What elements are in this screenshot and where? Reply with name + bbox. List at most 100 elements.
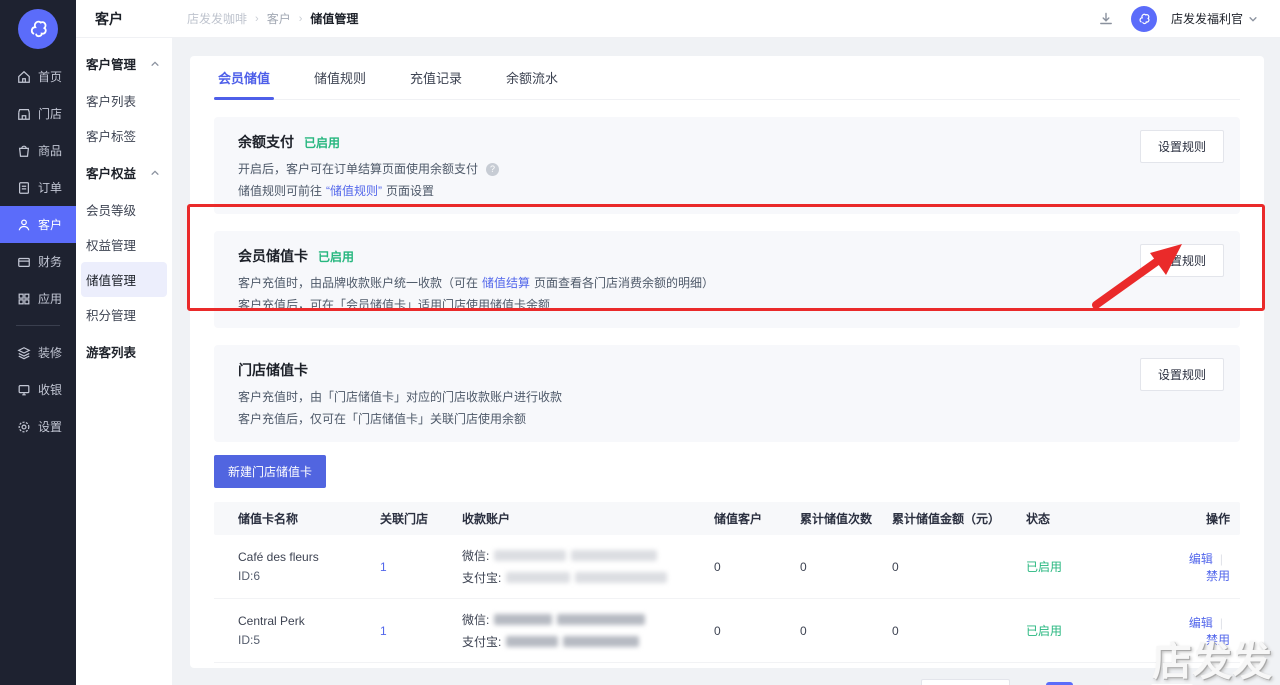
recharge-amount: 0 xyxy=(892,623,899,638)
new-store-card-button[interactable]: 新建门店储值卡 xyxy=(214,455,327,488)
wechat-label: 微信: xyxy=(462,549,490,563)
linked-stores-link[interactable]: 1 xyxy=(380,560,387,574)
goods-icon xyxy=(17,144,31,158)
card-balance-pay: 余额支付 已启用 开启后，客户可在订单结算页面使用余额支付 ? 储值规则可前往 … xyxy=(214,117,1240,214)
subnav-item-stored-value-mgmt[interactable]: 储值管理 xyxy=(81,262,167,297)
redacted-account-value xyxy=(506,636,559,647)
stored-value-settlement-link[interactable]: 储值结算 xyxy=(482,275,530,292)
user-menu[interactable]: 店发发福利官 xyxy=(1171,10,1258,27)
jump-to-page: 跳至 / 1 页 xyxy=(1109,680,1240,685)
sidebar-item-goods[interactable]: 商品 xyxy=(0,132,76,169)
content-panel: 会员储值 储值规则 充值记录 余额流水 余额支付 已启用 开启后，客户可在订单结… xyxy=(190,56,1264,685)
sidebar-item-label: 订单 xyxy=(38,181,63,195)
tab-member-stored-value[interactable]: 会员储值 xyxy=(214,68,275,100)
subnav-item-customer-tags[interactable]: 客户标签 xyxy=(81,118,167,153)
subnav-item-points-mgmt[interactable]: 积分管理 xyxy=(81,297,167,332)
redacted-account-value xyxy=(557,614,646,625)
redacted-account-value xyxy=(494,550,567,561)
help-icon[interactable]: ? xyxy=(486,163,500,176)
secondary-sidebar: 客户管理 客户列表 客户标签 客户权益 会员等级 权益管理 储值管理 积分管理 … xyxy=(76,38,172,685)
stored-customers-count: 0 xyxy=(714,623,721,638)
alipay-label: 支付宝: xyxy=(462,635,502,649)
sidebar-item-decorate[interactable]: 装修 xyxy=(0,334,76,371)
sidebar-item-order[interactable]: 订单 xyxy=(0,169,76,206)
chevron-up-icon xyxy=(150,59,160,69)
column-header: 收款账户 xyxy=(462,512,511,526)
card-description: 储值规则可前往 xyxy=(238,184,323,198)
sidebar-item-apps[interactable]: 应用 xyxy=(0,280,76,317)
breadcrumb-separator-icon: › xyxy=(255,12,259,25)
user-avatar[interactable] xyxy=(1130,5,1157,32)
download-icon[interactable] xyxy=(1095,8,1117,30)
brand-logo[interactable] xyxy=(0,0,76,58)
apps-icon xyxy=(17,292,31,306)
row-status: 已启用 xyxy=(1026,560,1063,574)
main-content: 会员储值 储值规则 充值记录 余额流水 余额支付 已启用 开启后，客户可在订单结… xyxy=(172,38,1280,685)
chevron-up-icon xyxy=(150,168,160,178)
user-name: 店发发福利官 xyxy=(1170,12,1243,26)
subnav-item-member-level[interactable]: 会员等级 xyxy=(81,192,167,227)
subnav-group-customer-benefits[interactable]: 客户权益 xyxy=(76,153,172,192)
brand-swirl-icon xyxy=(18,9,58,49)
breadcrumb: 店发发咖啡 › 客户 › 储值管理 xyxy=(187,10,358,27)
app-root: 首页 门店 商品 订单 客户 财务 应用 装修 收银 设置 客户 店发发咖啡 ›… xyxy=(0,0,1280,685)
column-header: 储值客户 xyxy=(714,512,763,526)
disable-link[interactable]: 禁用 xyxy=(1206,633,1230,647)
subnav-item-benefit-mgmt[interactable]: 权益管理 xyxy=(81,227,167,262)
subnav-group-customer-mgmt[interactable]: 客户管理 xyxy=(76,44,172,83)
action-divider: | xyxy=(1219,551,1223,566)
set-rules-button[interactable]: 设置规则 xyxy=(1139,130,1224,163)
sidebar-item-label: 应用 xyxy=(38,292,63,306)
sidebar-item-label: 首页 xyxy=(38,70,63,84)
wechat-label: 微信: xyxy=(462,613,490,627)
card-description: 页面设置 xyxy=(386,184,435,198)
alipay-label: 支付宝: xyxy=(462,571,502,585)
tab-stored-value-rules[interactable]: 储值规则 xyxy=(310,68,370,99)
sidebar-item-cashier[interactable]: 收银 xyxy=(0,371,76,408)
primary-nav: 首页 门店 商品 订单 客户 财务 应用 装修 收银 设置 xyxy=(0,58,76,445)
sidebar-item-customer[interactable]: 客户 xyxy=(0,206,76,243)
card-description: 客户充值后，可在「会员储值卡」适用门店使用储值卡余额 xyxy=(238,298,551,312)
disable-link[interactable]: 禁用 xyxy=(1206,569,1230,583)
sidebar-item-label: 财务 xyxy=(38,255,63,269)
set-rules-button[interactable]: 设置规则 xyxy=(1139,244,1224,277)
topbar: 客户 店发发咖啡 › 客户 › 储值管理 店发发福利官 xyxy=(76,0,1280,38)
recharge-count: 0 xyxy=(800,623,807,638)
redacted-account-value xyxy=(494,614,553,625)
tab-balance-flow[interactable]: 余额流水 xyxy=(502,68,562,99)
status-badge: 已启用 xyxy=(318,249,355,264)
decorate-icon xyxy=(17,346,31,360)
column-header: 操作 xyxy=(1205,512,1230,526)
sidebar-item-home[interactable]: 首页 xyxy=(0,58,76,95)
card-store-stored-value: 门店储值卡 客户充值时，由「门店储值卡」对应的门店收款账户进行收款 客户充值后，… xyxy=(214,345,1240,442)
set-rules-button[interactable]: 设置规则 xyxy=(1139,358,1224,391)
card-description: 开启后，客户可在订单结算页面使用余额支付 xyxy=(238,162,479,176)
breadcrumb-item[interactable]: 店发发咖啡 xyxy=(187,10,247,27)
column-header: 关联门店 xyxy=(380,512,429,526)
home-icon xyxy=(17,70,31,84)
table-header-row: 储值卡名称 关联门店 收款账户 储值客户 累计储值次数 累计储值金额（元） 状态… xyxy=(214,502,1240,535)
card-title: 会员储值卡 xyxy=(238,248,308,264)
subnav-item-customer-list[interactable]: 客户列表 xyxy=(81,83,167,118)
sidebar-item-finance[interactable]: 财务 xyxy=(0,243,76,280)
edit-link[interactable]: 编辑 xyxy=(1189,552,1213,566)
card-name: Café des fleurs xyxy=(238,550,319,564)
table-row: Café des fleurs ID:6 1 微信: 支付宝: 0 0 0 已启… xyxy=(214,535,1240,599)
linked-stores-link[interactable]: 1 xyxy=(380,624,387,638)
sidebar-item-store[interactable]: 门店 xyxy=(0,95,76,132)
card-description: 客户充值后，仅可在「门店储值卡」关联门店使用余额 xyxy=(238,412,527,426)
edit-link[interactable]: 编辑 xyxy=(1189,616,1213,630)
card-id: ID:5 xyxy=(238,633,261,647)
sidebar-item-settings[interactable]: 设置 xyxy=(0,408,76,445)
order-icon xyxy=(17,181,31,195)
stored-value-rules-link[interactable]: “储值规则” xyxy=(326,183,382,200)
breadcrumb-item[interactable]: 客户 xyxy=(267,10,291,27)
card-description: 页面查看各门店消费余额的明细） xyxy=(534,276,715,290)
subnav-item-guest-list[interactable]: 游客列表 xyxy=(76,332,172,371)
tab-recharge-records[interactable]: 充值记录 xyxy=(406,68,466,99)
page-size-select[interactable]: 10 条/页 xyxy=(921,679,1011,685)
column-header: 累计储值次数 xyxy=(800,512,873,526)
card-member-stored-value: 会员储值卡 已启用 客户充值时，由品牌收款账户统一收款（可在 储值结算 页面查看… xyxy=(214,231,1240,328)
primary-sidebar: 首页 门店 商品 订单 客户 财务 应用 装修 收银 设置 xyxy=(0,0,76,685)
sidebar-item-label: 门店 xyxy=(38,107,63,121)
